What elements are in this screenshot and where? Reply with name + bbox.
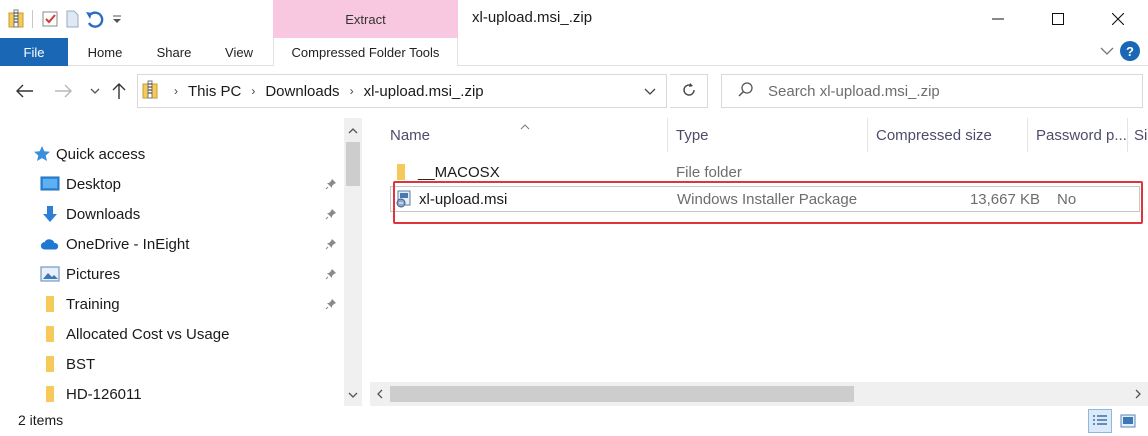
- breadcrumb-downloads[interactable]: Downloads: [265, 83, 339, 100]
- file-name: __MACOSX: [418, 163, 500, 181]
- breadcrumb-chevron-icon[interactable]: ›: [251, 84, 255, 98]
- pictures-icon: [40, 264, 60, 284]
- title-bar: Extract xl-upload.msi_.zip: [0, 0, 1148, 38]
- pin-icon[interactable]: [325, 237, 337, 253]
- scroll-up-icon[interactable]: [344, 122, 362, 140]
- recent-locations-chevron-icon[interactable]: [84, 80, 106, 102]
- tab-share[interactable]: Share: [143, 38, 205, 66]
- context-tab-group-extract[interactable]: Extract: [273, 0, 458, 38]
- column-header-name[interactable]: Name: [370, 118, 668, 152]
- nav-item-onedrive[interactable]: OneDrive - InEight: [0, 229, 345, 259]
- scrollbar-thumb[interactable]: [390, 386, 854, 402]
- nav-item-pictures[interactable]: Pictures: [0, 259, 345, 289]
- scroll-left-icon[interactable]: [372, 386, 388, 402]
- breadcrumb-chevron-icon[interactable]: ›: [350, 84, 354, 98]
- help-icon[interactable]: ?: [1120, 41, 1140, 61]
- onedrive-cloud-icon: [40, 234, 60, 254]
- refresh-icon: [681, 82, 697, 101]
- nav-item-label: BST: [66, 355, 96, 373]
- nav-quick-access-label: Quick access: [56, 145, 146, 163]
- nav-item-downloads[interactable]: Downloads: [0, 199, 345, 229]
- customize-dropdown-icon[interactable]: [111, 12, 123, 26]
- pin-icon[interactable]: [325, 267, 337, 283]
- forward-arrow-icon[interactable]: [52, 80, 74, 102]
- star-icon: [32, 144, 52, 164]
- address-bar[interactable]: › This PC › Downloads › xl-upload.msi_.z…: [137, 74, 667, 108]
- pin-icon[interactable]: [325, 297, 337, 313]
- tab-file[interactable]: File: [0, 38, 68, 66]
- nav-quick-access[interactable]: Quick access: [0, 139, 345, 169]
- close-icon[interactable]: [1088, 0, 1148, 38]
- nav-item-bst[interactable]: BST: [0, 349, 345, 379]
- breadcrumb-zip[interactable]: xl-upload.msi_.zip: [364, 83, 484, 100]
- column-header-password[interactable]: Password p...: [1028, 118, 1128, 152]
- file-list-horizontal-scrollbar[interactable]: [370, 382, 1148, 406]
- minimize-icon[interactable]: [968, 0, 1028, 38]
- nav-item-label: Downloads: [66, 205, 141, 223]
- file-list: Name Type Compressed size Password p... …: [370, 118, 1148, 382]
- folder-icon: [40, 384, 60, 404]
- zip-folder-icon: [142, 80, 158, 103]
- column-header-size[interactable]: Si: [1128, 118, 1148, 152]
- breadcrumb-this-pc[interactable]: This PC: [188, 83, 241, 100]
- details-view-icon[interactable]: [1088, 409, 1112, 433]
- nav-item-training[interactable]: Training: [0, 289, 345, 319]
- breadcrumb-chevron-icon[interactable]: ›: [174, 84, 178, 98]
- refresh-button[interactable]: [670, 74, 708, 108]
- status-bar: 2 items: [0, 406, 1148, 436]
- desktop-icon: [40, 174, 60, 194]
- tab-view[interactable]: View: [210, 38, 268, 66]
- maximize-icon[interactable]: [1028, 0, 1088, 38]
- undo-icon[interactable]: [85, 10, 105, 28]
- nav-item-label: Training: [66, 295, 120, 313]
- nav-item-label: Pictures: [66, 265, 121, 283]
- window-title: xl-upload.msi_.zip: [472, 9, 593, 26]
- toolbar-divider: [32, 10, 33, 28]
- nav-item-label: OneDrive - InEight: [66, 235, 190, 253]
- expand-ribbon-icon[interactable]: [1100, 43, 1114, 59]
- downloads-arrow-icon: [40, 204, 60, 224]
- highlight-annotation-box: [393, 181, 1143, 224]
- nav-item-label: Desktop: [66, 175, 122, 193]
- folder-icon: [40, 294, 60, 314]
- folder-icon: [40, 354, 60, 374]
- up-arrow-icon[interactable]: [108, 80, 130, 102]
- ribbon-tabs: File Home Share View Compressed Folder T…: [0, 38, 1148, 66]
- zip-folder-icon: [8, 9, 24, 29]
- nav-item-hd-126011[interactable]: HD-126011: [0, 379, 345, 409]
- tab-home[interactable]: Home: [72, 38, 138, 66]
- scrollbar-thumb[interactable]: [346, 142, 360, 186]
- search-box[interactable]: Search xl-upload.msi_.zip: [721, 74, 1143, 108]
- nav-item-label: Allocated Cost vs Usage: [66, 325, 230, 343]
- nav-item-label: HD-126011: [66, 385, 142, 403]
- pin-icon[interactable]: [325, 177, 337, 193]
- large-icons-view-icon[interactable]: [1116, 409, 1140, 433]
- folder-icon: [40, 324, 60, 344]
- pin-icon[interactable]: [325, 207, 337, 223]
- scroll-right-icon[interactable]: [1130, 386, 1146, 402]
- nav-item-allocated-cost[interactable]: Allocated Cost vs Usage: [0, 319, 345, 349]
- scroll-down-icon[interactable]: [344, 386, 362, 404]
- column-header-compressed-size[interactable]: Compressed size: [868, 118, 1028, 152]
- nav-item-desktop[interactable]: Desktop: [0, 169, 345, 199]
- item-count: 2 items: [18, 412, 64, 428]
- nav-pane-scrollbar[interactable]: [344, 118, 362, 406]
- search-input[interactable]: Search xl-upload.msi_.zip: [768, 83, 940, 100]
- search-icon: [722, 81, 754, 101]
- file-type: File folder: [676, 163, 742, 181]
- view-toggle-buttons: [1088, 409, 1140, 433]
- ribbon-right-controls: ?: [1100, 41, 1140, 61]
- properties-check-icon[interactable]: [41, 10, 59, 28]
- column-header-type[interactable]: Type: [668, 118, 868, 152]
- window-controls: [968, 0, 1148, 38]
- back-arrow-icon[interactable]: [14, 80, 36, 102]
- navigation-pane: Quick access Desktop Downloads OneDrive …: [0, 118, 345, 406]
- quick-access-toolbar: [8, 8, 123, 30]
- address-history-dropdown-icon[interactable]: [644, 84, 656, 100]
- tab-compressed-folder-tools[interactable]: Compressed Folder Tools: [273, 38, 458, 66]
- new-folder-icon[interactable]: [65, 10, 79, 28]
